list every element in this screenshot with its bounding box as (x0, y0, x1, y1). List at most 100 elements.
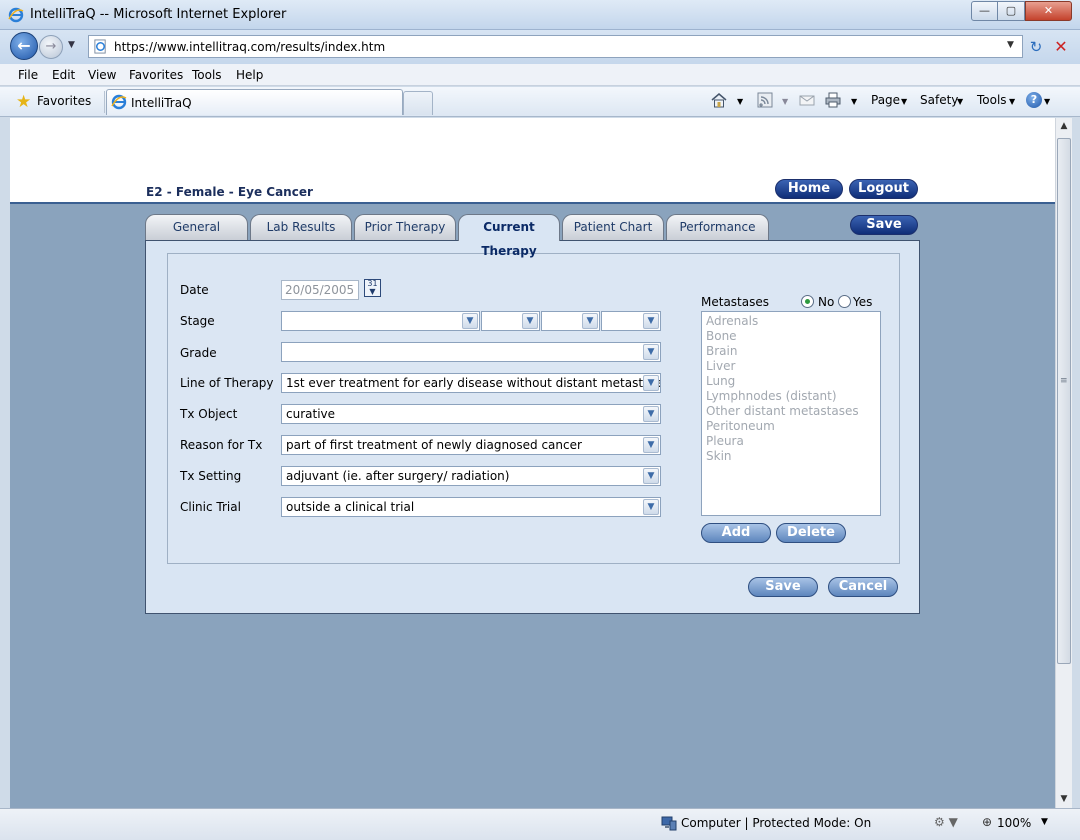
line-of-therapy-label: Line of Therapy (180, 376, 274, 390)
tab-performance[interactable]: Performance (666, 214, 769, 240)
favorites-button[interactable]: Favorites (37, 94, 91, 108)
list-item[interactable]: Liver (706, 359, 735, 373)
minimize-button[interactable]: — (971, 1, 998, 21)
ie-logo-icon (8, 7, 24, 23)
chevron-down-icon: ▼ (643, 437, 659, 453)
navigation-bar: ← → ▼ https://www.intellitraq.com/result… (0, 30, 1080, 64)
browser-tab-intellitraq[interactable]: IntelliTraQ (106, 89, 403, 115)
save-top-button[interactable]: Save (850, 215, 918, 235)
list-item[interactable]: Pleura (706, 434, 744, 448)
stage-select-1[interactable]: ▼ (281, 311, 480, 331)
scroll-grip-icon: ≡ (1060, 376, 1068, 386)
tab-current-therapy[interactable]: Current Therapy (458, 214, 560, 258)
mail-icon[interactable] (797, 91, 817, 109)
ie-logo-icon (111, 94, 127, 110)
metastases-no-label: No (818, 295, 835, 309)
stage-select-2[interactable]: ▼ (481, 311, 540, 331)
tx-object-select[interactable]: curative ▼ (281, 404, 661, 424)
menu-favorites[interactable]: Favorites (129, 68, 183, 82)
stage-select-4[interactable]: ▼ (601, 311, 661, 331)
cancel-button[interactable]: Cancel (828, 577, 898, 597)
therapy-form: Date Stage Grade Line of Therapy Tx Obje… (167, 253, 900, 564)
line-of-therapy-select[interactable]: 1st ever treatment for early disease wit… (281, 373, 661, 393)
menu-tools[interactable]: Tools (192, 68, 222, 82)
maximize-button[interactable]: ▢ (998, 1, 1025, 21)
tools-menu-button[interactable]: Tools (977, 93, 1007, 107)
address-bar[interactable]: https://www.intellitraq.com/results/inde… (88, 35, 1023, 58)
list-item[interactable]: Adrenals (706, 314, 758, 328)
clinic-trial-select[interactable]: outside a clinical trial ▼ (281, 497, 661, 517)
tx-setting-label: Tx Setting (180, 469, 242, 483)
recent-pages-chevron-down-icon[interactable]: ▼ (68, 40, 75, 50)
menu-view[interactable]: View (88, 68, 116, 82)
page-viewport: E2 - Female - Eye Cancer Home Logout Sav… (10, 118, 1055, 808)
chevron-down-icon: ▼ (462, 313, 478, 329)
stop-icon[interactable]: ✕ (1050, 36, 1072, 58)
new-tab-button[interactable] (403, 91, 433, 115)
chevron-down-icon: ▼ (522, 313, 538, 329)
print-dropdown-icon[interactable]: ▼ (851, 97, 857, 106)
forward-button[interactable]: → (39, 35, 63, 59)
grade-select[interactable]: ▼ (281, 342, 661, 362)
tab-prior-therapy[interactable]: Prior Therapy (354, 214, 456, 240)
url-text[interactable]: https://www.intellitraq.com/results/inde… (114, 40, 385, 54)
metastases-yes-label: Yes (853, 295, 873, 309)
scroll-down-icon[interactable]: ▼ (1056, 791, 1072, 808)
clinic-trial-label: Clinic Trial (180, 500, 241, 514)
patient-title: E2 - Female - Eye Cancer (146, 185, 313, 199)
current-therapy-panel: Date Stage Grade Line of Therapy Tx Obje… (145, 240, 920, 614)
close-window-button[interactable]: ✕ (1025, 1, 1072, 21)
save-button[interactable]: Save (748, 577, 818, 597)
address-dropdown-icon[interactable]: ▼ (1007, 40, 1014, 50)
list-item[interactable]: Lymphnodes (distant) (706, 389, 837, 403)
list-item[interactable]: Brain (706, 344, 737, 358)
metastases-yes-radio[interactable] (838, 295, 851, 308)
help-icon[interactable]: ? (1026, 92, 1042, 108)
favorites-star-icon[interactable]: ★ (16, 92, 31, 112)
zoom-level[interactable]: 100% (997, 816, 1031, 830)
print-icon[interactable] (823, 91, 843, 109)
back-button[interactable]: ← (10, 32, 38, 60)
metastases-no-radio[interactable] (801, 295, 814, 308)
stage-select-3[interactable]: ▼ (541, 311, 600, 331)
tx-setting-select[interactable]: adjuvant (ie. after surgery/ radiation) … (281, 466, 661, 486)
home-icon[interactable] (709, 91, 729, 109)
page-menu-button[interactable]: Page (871, 93, 900, 107)
menu-file[interactable]: File (18, 68, 38, 82)
reason-for-tx-select[interactable]: part of first treatment of newly diagnos… (281, 435, 661, 455)
list-item[interactable]: Bone (706, 329, 737, 343)
logout-button[interactable]: Logout (849, 179, 918, 199)
refresh-icon[interactable]: ↻ (1025, 36, 1047, 58)
tab-patient-chart[interactable]: Patient Chart (562, 214, 664, 240)
add-metastasis-button[interactable]: Add (701, 523, 771, 543)
reason-for-tx-label: Reason for Tx (180, 438, 263, 452)
home-button[interactable]: Home (775, 179, 843, 199)
zoom-dropdown-icon[interactable]: ▼ (1041, 817, 1048, 827)
home-dropdown-icon[interactable]: ▼ (737, 97, 743, 106)
calendar-icon[interactable]: 31 ▼ (364, 279, 381, 297)
menu-edit[interactable]: Edit (52, 68, 75, 82)
menu-help[interactable]: Help (236, 68, 263, 82)
feeds-icon[interactable] (755, 91, 775, 109)
delete-metastasis-button[interactable]: Delete (776, 523, 846, 543)
zoom-icon[interactable]: ⊕ (982, 815, 992, 829)
list-item[interactable]: Peritoneum (706, 419, 775, 433)
page-dropdown-icon[interactable]: ▼ (901, 97, 907, 106)
help-dropdown-icon[interactable]: ▼ (1044, 97, 1050, 106)
vertical-scrollbar[interactable]: ▲ ≡ ▼ (1055, 118, 1072, 808)
scroll-up-icon[interactable]: ▲ (1056, 118, 1072, 135)
list-item[interactable]: Lung (706, 374, 735, 388)
tab-lab-results[interactable]: Lab Results (250, 214, 352, 240)
metastases-list[interactable]: Adrenals Bone Brain Liver Lung Lymphnode… (701, 311, 881, 516)
protected-mode-icon[interactable]: ⚙ ▼ (934, 815, 964, 833)
tab-general[interactable]: General (145, 214, 248, 240)
safety-dropdown-icon[interactable]: ▼ (957, 97, 963, 106)
date-field[interactable]: 20/05/2005 (281, 280, 359, 300)
feeds-dropdown-icon[interactable]: ▼ (782, 97, 788, 106)
list-item[interactable]: Other distant metastases (706, 404, 859, 418)
scroll-thumb[interactable] (1057, 138, 1071, 664)
window-titlebar[interactable]: IntelliTraQ -- Microsoft Internet Explor… (0, 0, 1080, 30)
list-item[interactable]: Skin (706, 449, 732, 463)
tools-dropdown-icon[interactable]: ▼ (1009, 97, 1015, 106)
safety-menu-button[interactable]: Safety (920, 93, 958, 107)
